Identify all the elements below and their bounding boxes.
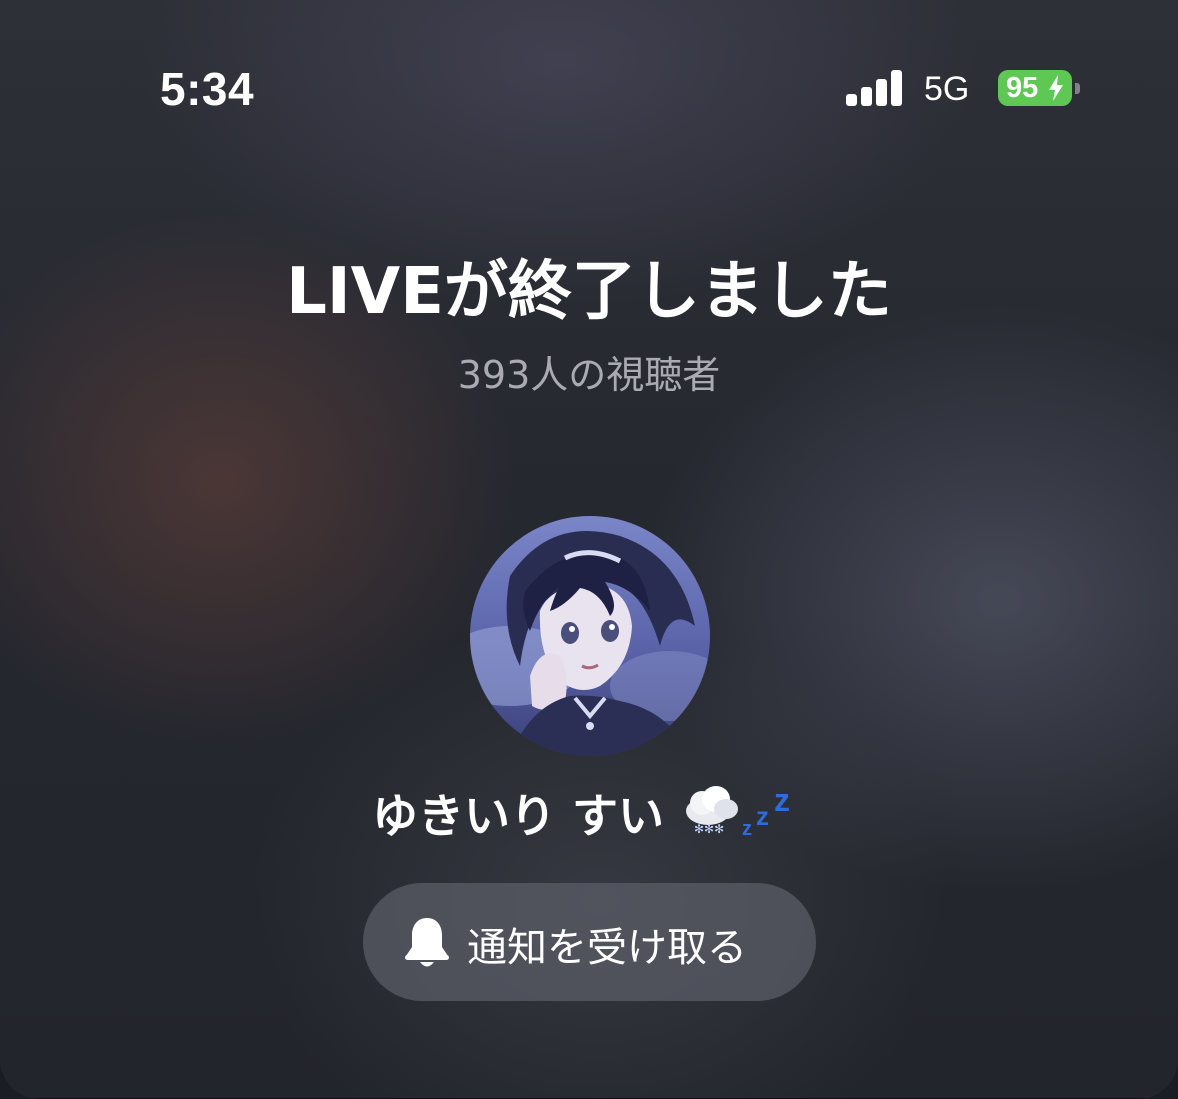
- host-name: ゆきいり すい: [371, 789, 664, 843]
- svg-text:✻✻✻: ✻✻✻: [694, 822, 724, 836]
- status-time: 5:34: [160, 63, 255, 115]
- host-name-row: ゆきいり すい ✻✻✻ z z z: [0, 780, 1178, 846]
- battery-level: 95: [1006, 72, 1039, 104]
- cellular-signal-icon: [846, 70, 904, 106]
- host-name-emojis: ✻✻✻ z z z: [680, 782, 806, 843]
- receive-notifications-label: 通知を受け取る: [467, 925, 747, 971]
- zzz-icon: z z z: [742, 782, 790, 840]
- live-ended-screen: 5:34 5G 95 LIVEが終了しました 393人の視聴者 ゆきいり すい …: [0, 0, 1178, 1099]
- svg-text:z: z: [742, 818, 752, 840]
- anime-character-avatar-icon: [470, 516, 710, 756]
- svg-text:z: z: [774, 782, 790, 818]
- receive-notifications-button[interactable]: 通知を受け取る: [363, 883, 816, 1001]
- charging-bolt-icon: [1049, 75, 1063, 101]
- host-avatar[interactable]: [470, 516, 710, 756]
- network-type: 5G: [924, 70, 970, 108]
- live-ended-title: LIVEが終了しました: [286, 255, 892, 329]
- battery-tip: [1075, 83, 1080, 94]
- viewer-count: 393人の視聴者: [457, 353, 721, 397]
- bell-icon: [405, 918, 449, 967]
- svg-text:z: z: [756, 801, 769, 831]
- cloud-with-snow-icon: ✻✻✻: [686, 786, 739, 836]
